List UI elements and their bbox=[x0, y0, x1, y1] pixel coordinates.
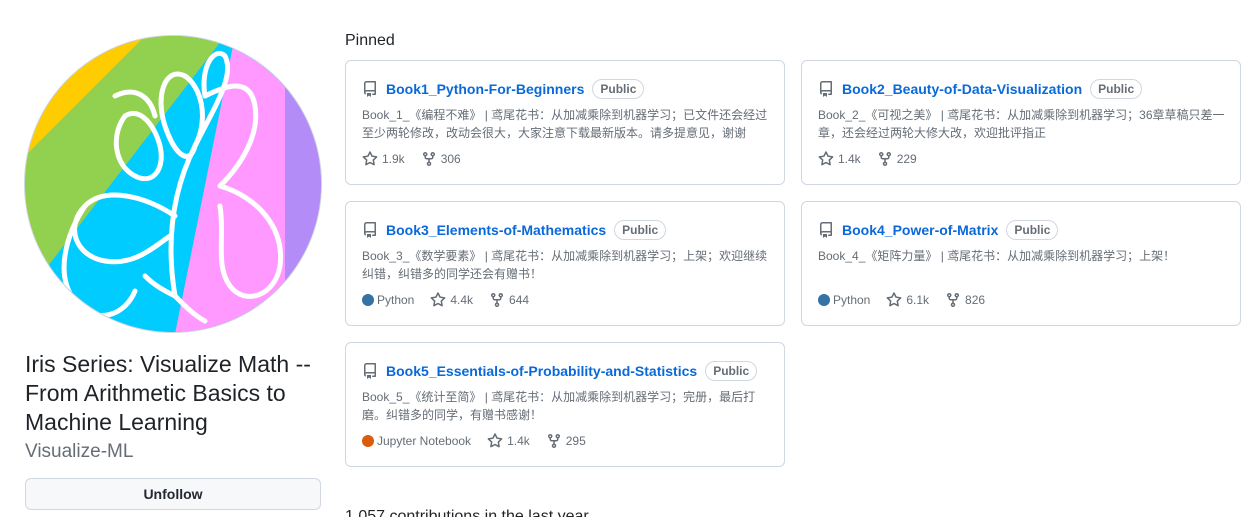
star-count-link[interactable]: 1.4k bbox=[818, 151, 861, 167]
repo-description: Book_5_《统计至简》 | 鸢尾花书：从加减乘除到机器学习；完册，最后打磨。… bbox=[362, 390, 756, 422]
unfollow-button[interactable]: Unfollow bbox=[25, 478, 321, 510]
fork-count: 826 bbox=[965, 293, 986, 307]
fork-icon bbox=[947, 293, 960, 308]
pinned-repo-card: Book4_Power-of-Matrix Public Book_4_《矩阵力… bbox=[801, 201, 1241, 326]
visibility-badge: Public bbox=[592, 79, 645, 99]
repo-icon bbox=[818, 81, 834, 97]
language-color-dot bbox=[818, 294, 830, 306]
fork-count: 295 bbox=[565, 434, 586, 448]
fork-icon bbox=[878, 152, 891, 167]
repo-description: Book_1_《编程不难》 | 鸢尾花书：从加减乘除到机器学习；已文件还会经过至… bbox=[362, 108, 768, 140]
star-count: 1.4k bbox=[507, 434, 530, 448]
repo-description: Book_3_《数学要素》 | 鸢尾花书：从加减乘除到机器学习；上架；欢迎继续纠… bbox=[362, 249, 768, 281]
contributions-heading: 1,057 contributions in the last year bbox=[345, 508, 589, 517]
language-name: Jupyter Notebook bbox=[377, 434, 472, 448]
repo-icon bbox=[362, 81, 378, 97]
language-name: Python bbox=[377, 293, 415, 307]
repo-icon bbox=[818, 222, 834, 238]
repo-icon bbox=[362, 222, 378, 238]
pinned-repo-card: Book5_Essentials-of-Probability-and-Stat… bbox=[345, 342, 785, 467]
fork-icon bbox=[547, 434, 560, 449]
fork-count-link[interactable]: 229 bbox=[877, 151, 917, 167]
language-name: Python bbox=[833, 293, 871, 307]
profile-avatar[interactable] bbox=[24, 35, 322, 333]
iris-logo bbox=[25, 36, 321, 332]
pinned-repo-card: Book3_Elements-of-Mathematics Public Boo… bbox=[345, 201, 785, 326]
fork-count: 229 bbox=[896, 152, 917, 166]
fork-count-link[interactable]: 826 bbox=[945, 292, 985, 308]
fork-count-link[interactable]: 295 bbox=[546, 433, 586, 449]
star-count: 1.9k bbox=[382, 152, 405, 166]
language-color-dot bbox=[362, 294, 374, 306]
language-color-dot bbox=[362, 435, 374, 447]
pinned-repo-card: Book1_Python-For-Beginners Public Book_1… bbox=[345, 60, 785, 185]
language: Python bbox=[818, 293, 870, 307]
star-count-link[interactable]: 1.4k bbox=[487, 433, 530, 449]
fork-icon bbox=[491, 293, 504, 308]
star-count-link[interactable]: 1.9k bbox=[362, 151, 405, 167]
profile-name: Iris Series: Visualize Math -- From Arit… bbox=[25, 351, 311, 435]
pinned-repo-card: Book2_Beauty-of-Data-Visualization Publi… bbox=[801, 60, 1241, 185]
star-icon bbox=[430, 292, 446, 307]
repo-link[interactable]: Book5_Essentials-of-Probability-and-Stat… bbox=[386, 363, 697, 379]
star-count-link[interactable]: 4.4k bbox=[430, 292, 473, 308]
repo-link[interactable]: Book2_Beauty-of-Data-Visualization bbox=[842, 81, 1082, 97]
profile-login: Visualize-ML bbox=[25, 441, 134, 462]
fork-count: 306 bbox=[440, 152, 461, 166]
fork-count: 644 bbox=[509, 293, 530, 307]
star-count: 6.1k bbox=[906, 293, 930, 307]
star-count: 1.4k bbox=[838, 152, 861, 166]
fork-count-link[interactable]: 644 bbox=[489, 292, 529, 308]
pinned-heading: Pinned bbox=[345, 32, 395, 49]
fork-icon bbox=[422, 152, 435, 167]
star-icon bbox=[886, 292, 902, 307]
star-count: 4.4k bbox=[450, 293, 474, 307]
visibility-badge: Public bbox=[705, 361, 758, 381]
visibility-badge: Public bbox=[614, 220, 667, 240]
language: Jupyter Notebook bbox=[362, 434, 471, 448]
repo-link[interactable]: Book4_Power-of-Matrix bbox=[842, 222, 998, 238]
star-icon bbox=[362, 151, 378, 166]
star-count-link[interactable]: 6.1k bbox=[886, 292, 929, 308]
visibility-badge: Public bbox=[1006, 220, 1059, 240]
repo-icon bbox=[362, 363, 378, 379]
repo-link[interactable]: Book1_Python-For-Beginners bbox=[386, 81, 584, 97]
repo-description: Book_4_《矩阵力量》 | 鸢尾花书：从加减乘除到机器学习；上架！ bbox=[818, 249, 1176, 263]
repo-description: Book_2_《可视之美》 | 鸢尾花书：从加减乘除到机器学习；36章草稿只差一… bbox=[818, 108, 1225, 140]
star-icon bbox=[818, 151, 834, 166]
language: Python bbox=[362, 293, 414, 307]
fork-count-link[interactable]: 306 bbox=[421, 151, 461, 167]
repo-link[interactable]: Book3_Elements-of-Mathematics bbox=[386, 222, 606, 238]
star-icon bbox=[487, 433, 503, 448]
visibility-badge: Public bbox=[1090, 79, 1143, 99]
